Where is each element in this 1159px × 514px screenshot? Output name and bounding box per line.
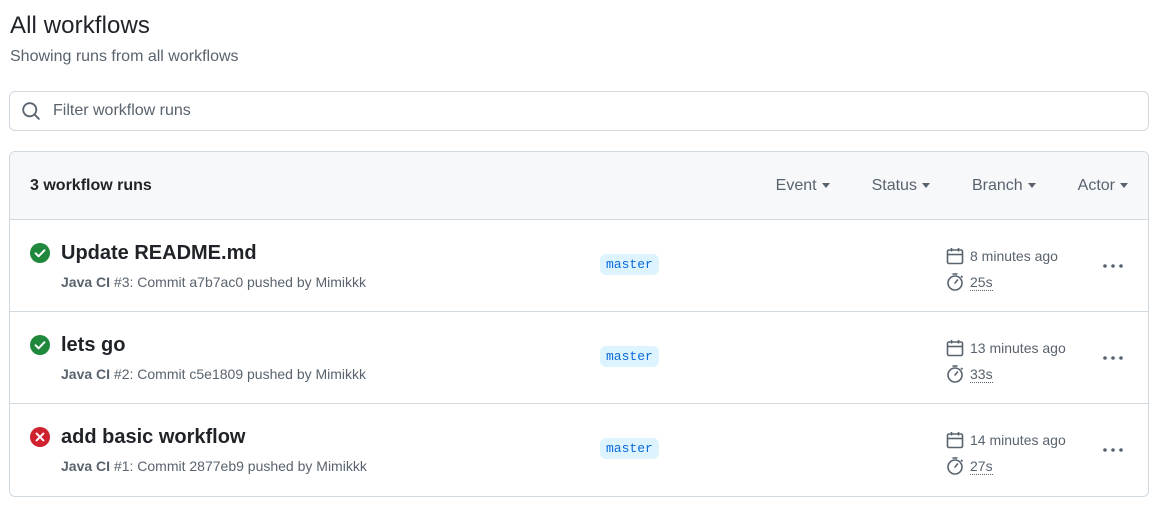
triangle-down-icon [921,183,930,188]
kebab-horizontal-icon [1103,448,1123,452]
branch-label[interactable]: master [600,254,659,275]
page-subtitle: Showing runs from all workflows [10,48,239,65]
run-actions-button[interactable] [1100,254,1126,278]
run-duration-value: 27s [970,457,993,475]
stopwatch-icon [947,457,964,475]
triangle-down-icon [1027,183,1036,188]
search-input[interactable] [51,92,1148,130]
kebab-horizontal-icon [1103,264,1123,268]
workflow-name: Java CI [61,274,111,290]
filter-bar: Event Status Branch Actor [734,177,1128,195]
workflow-run-row: Update README.md Java CI #3: Commit a7b7… [10,220,1148,312]
workflow-name: Java CI [61,366,111,382]
triangle-down-icon [821,183,830,188]
filter-branch-label: Branch [971,176,1023,194]
run-time: 8 minutes ago [945,246,1058,266]
run-count: 3 workflow runs [30,176,152,194]
workflow-run-row: lets go Java CI #2: Commit c5e1809 pushe… [10,312,1148,404]
workflow-run-row: add basic workflow Java CI #1: Commit 28… [10,404,1148,496]
run-time-ago: 14 minutes ago [970,432,1066,448]
run-title-link[interactable]: lets go [61,334,125,357]
run-duration: 25s [945,272,993,292]
filter-event-dropdown[interactable]: Event [776,177,830,195]
run-duration-value: 25s [970,273,993,291]
filter-branch-dropdown[interactable]: Branch [972,177,1036,195]
branch-label[interactable]: master [600,438,659,459]
check-circle-fill-icon [30,243,50,263]
run-title-link[interactable]: add basic workflow [61,426,245,449]
run-time-ago: 13 minutes ago [970,340,1066,356]
filter-event-label: Event [775,176,817,194]
run-meta: Java CI #3: Commit a7b7ac0 pushed by Mim… [61,274,366,290]
run-title-link[interactable]: Update README.md [61,242,257,265]
filter-actor-dropdown[interactable]: Actor [1078,177,1128,195]
run-time: 14 minutes ago [945,430,1066,450]
run-duration: 27s [945,456,993,476]
run-duration: 33s [945,364,993,384]
filter-actor-label: Actor [1077,176,1115,194]
stopwatch-icon [947,273,964,291]
stopwatch-icon [947,365,964,383]
triangle-down-icon [1120,183,1128,188]
kebab-horizontal-icon [1103,356,1123,360]
runs-header: 3 workflow runs Event Status Branch Acto… [10,152,1148,220]
run-details: #2: Commit c5e1809 pushed by Mimikkk [110,366,367,382]
run-duration-value: 33s [970,365,993,383]
calendar-icon [946,340,964,357]
search-box[interactable] [9,91,1149,131]
check-circle-fill-icon [30,335,50,355]
run-time: 13 minutes ago [945,338,1066,358]
workflow-name: Java CI [61,458,111,474]
run-meta: Java CI #1: Commit 2877eb9 pushed by Mim… [61,458,367,474]
page-title: All workflows [10,12,150,39]
search-icon [21,101,41,121]
run-actions-button[interactable] [1100,438,1126,462]
run-time-ago: 8 minutes ago [970,248,1058,264]
calendar-icon [946,248,964,265]
filter-status-dropdown[interactable]: Status [872,177,930,195]
workflow-runs-box: 3 workflow runs Event Status Branch Acto… [9,151,1149,497]
x-circle-fill-icon [30,427,50,447]
filter-status-label: Status [871,176,917,194]
calendar-icon [946,432,964,449]
run-details: #3: Commit a7b7ac0 pushed by Mimikkk [110,274,367,290]
run-actions-button[interactable] [1100,346,1126,370]
run-meta: Java CI #2: Commit c5e1809 pushed by Mim… [61,366,366,382]
branch-label[interactable]: master [600,346,659,367]
run-details: #1: Commit 2877eb9 pushed by Mimikkk [110,458,367,474]
